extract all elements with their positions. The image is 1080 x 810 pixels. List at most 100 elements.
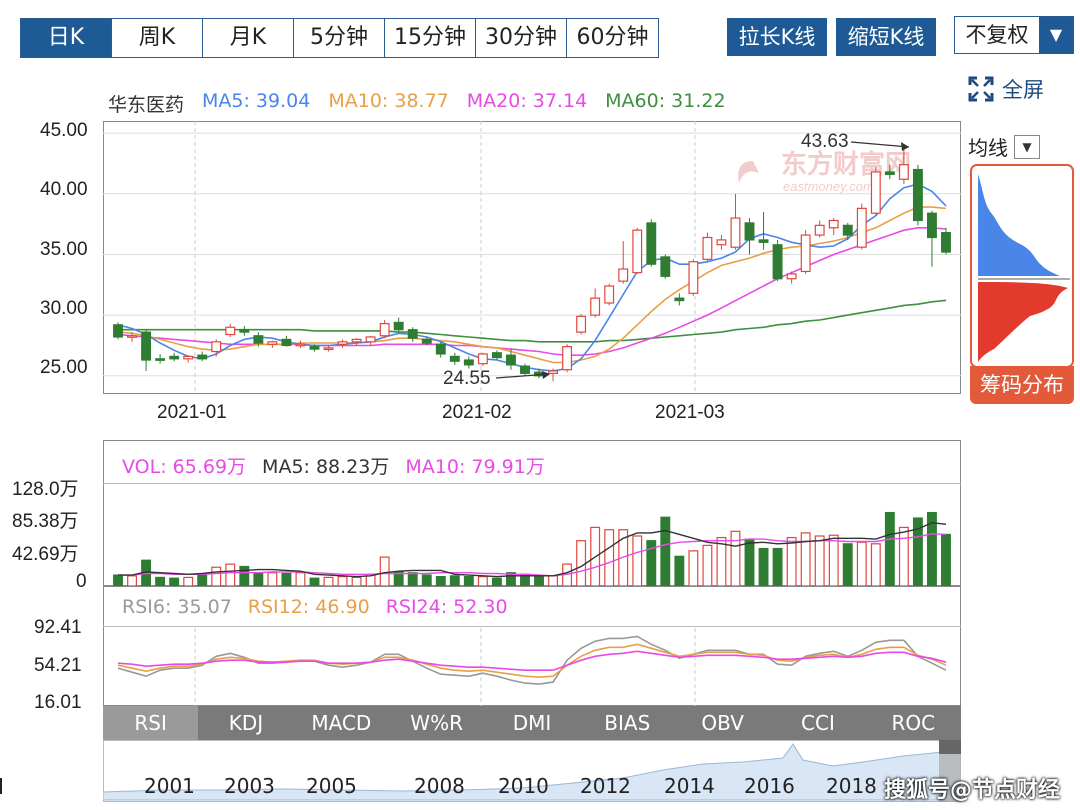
candle-body xyxy=(407,329,418,339)
volume-bar xyxy=(688,550,699,586)
volume-tick: 0 xyxy=(76,571,87,592)
source-watermark: 搜狐号@节点财经 xyxy=(884,778,1061,803)
price-tick: 30.00 xyxy=(40,298,88,319)
candle-body xyxy=(842,224,853,236)
rsi-tick: 92.41 xyxy=(34,617,82,638)
volume-bar xyxy=(491,577,502,586)
tab-roc[interactable]: ROC xyxy=(866,706,961,740)
year-tick: 2001 xyxy=(144,774,195,798)
candle-body xyxy=(197,354,208,360)
year-tick: 2012 xyxy=(580,774,631,798)
avg-line-select[interactable]: 均线 ▼ xyxy=(968,132,1040,161)
chip-distribution-chart xyxy=(970,164,1074,368)
tab-wr[interactable]: W%R xyxy=(389,706,484,740)
volume-bar xyxy=(197,574,208,586)
price-tick: 45.00 xyxy=(40,120,88,141)
fuquan-label: 不复权 xyxy=(965,23,1029,47)
volume-bar xyxy=(632,535,643,586)
volume-bar xyxy=(323,576,334,586)
volume-bar xyxy=(309,577,320,586)
candle-body xyxy=(646,222,657,265)
ma10-value: MA10: 38.77 xyxy=(328,90,449,112)
stock-name: 华东医药 xyxy=(108,94,185,116)
tab-rsi[interactable]: RSI xyxy=(103,706,199,740)
volume-bar xyxy=(281,572,292,586)
year-tick: 2003 xyxy=(224,774,275,798)
volume-bar xyxy=(239,565,250,586)
period-tabs: 日K 周K 月K 5分钟 15分钟 30分钟 60分钟 xyxy=(20,18,659,58)
volume-bar xyxy=(744,538,755,586)
candle-body xyxy=(688,261,699,294)
rsi-tick: 54.21 xyxy=(34,655,82,676)
volume-bar xyxy=(267,572,278,586)
tab-weekly-k[interactable]: 周K xyxy=(112,19,203,57)
volume-bar xyxy=(941,533,951,586)
tab-cci[interactable]: CCI xyxy=(770,706,865,740)
candle-body xyxy=(463,359,474,366)
candle-body xyxy=(239,329,250,333)
tab-60min[interactable]: 60分钟 xyxy=(567,19,658,57)
candle-body xyxy=(435,343,446,355)
volume-bar xyxy=(604,529,615,586)
ma20-value: MA20: 37.14 xyxy=(466,90,588,112)
fullscreen-button[interactable]: 全屏 xyxy=(968,74,1044,104)
candlestick xyxy=(646,219,657,267)
price-tick: 35.00 xyxy=(40,239,88,260)
price-tick: 25.00 xyxy=(40,357,88,378)
candle-body xyxy=(155,358,166,361)
candle-body xyxy=(281,338,292,347)
candlestick xyxy=(800,230,811,274)
candle-body xyxy=(604,285,615,304)
chip-distribution-button[interactable]: 筹码分布 xyxy=(970,366,1074,404)
candle-body xyxy=(772,244,783,280)
tab-dmi[interactable]: DMI xyxy=(484,706,579,740)
volume-bar xyxy=(211,566,222,586)
volume-bar xyxy=(548,575,559,586)
candle-body xyxy=(365,336,376,343)
candle-body xyxy=(716,239,727,246)
tab-bias[interactable]: BIAS xyxy=(580,706,675,740)
fuquan-select[interactable]: 不复权 ▼ xyxy=(954,16,1074,54)
price-chart[interactable]: 东方财富网 eastmoney.com 43.63 24.55 xyxy=(103,121,961,394)
tab-daily-k[interactable]: 日K xyxy=(21,19,112,57)
volume-bar xyxy=(758,547,769,586)
candlestick xyxy=(702,232,713,262)
volume-bar xyxy=(435,576,446,586)
volume-bar xyxy=(870,543,881,586)
candle-body xyxy=(253,335,264,344)
tab-5min[interactable]: 5分钟 xyxy=(294,19,385,57)
year-tick: 2005 xyxy=(306,774,357,798)
volume-bar xyxy=(421,574,432,586)
ma-legend: 华东医药 MA5: 39.04 MA10: 38.77 MA20: 37.14 … xyxy=(108,90,726,117)
tab-30min[interactable]: 30分钟 xyxy=(476,19,567,57)
shrink-kline-button[interactable]: 缩短K线 xyxy=(836,18,936,56)
expand-icon xyxy=(968,76,994,102)
volume-bar xyxy=(576,540,587,586)
tab-kdj[interactable]: KDJ xyxy=(198,706,293,740)
rsi6-value: RSI6: 35.07 xyxy=(122,596,232,618)
ma5-value: MA5: 39.04 xyxy=(202,90,311,112)
stretch-kline-button[interactable]: 拉长K线 xyxy=(727,18,827,56)
candle-body xyxy=(590,297,601,316)
avg-line-label: 均线 xyxy=(968,136,1008,160)
tab-macd[interactable]: MACD xyxy=(294,706,389,740)
candle-body xyxy=(856,207,867,248)
candlestick xyxy=(912,164,923,226)
rsi24-value: RSI24: 52.30 xyxy=(385,596,508,618)
tab-obv[interactable]: OBV xyxy=(675,706,770,740)
candle-body xyxy=(309,346,320,350)
date-tick: 2021-01 xyxy=(157,402,227,423)
chevron-down-icon: ▼ xyxy=(1039,17,1073,53)
candle-body xyxy=(127,335,138,338)
volume-bar xyxy=(169,577,180,586)
volume-bar xyxy=(183,576,194,586)
navigator-handle[interactable] xyxy=(939,740,961,754)
tab-monthly-k[interactable]: 月K xyxy=(203,19,294,57)
candle-body xyxy=(113,324,123,338)
volume-bar xyxy=(898,526,909,586)
candle-body xyxy=(393,321,404,331)
rsi12-value: RSI12: 46.90 xyxy=(247,596,370,618)
volume-bar xyxy=(786,536,797,586)
tab-15min[interactable]: 15分钟 xyxy=(385,19,476,57)
volume-bar xyxy=(379,556,390,586)
